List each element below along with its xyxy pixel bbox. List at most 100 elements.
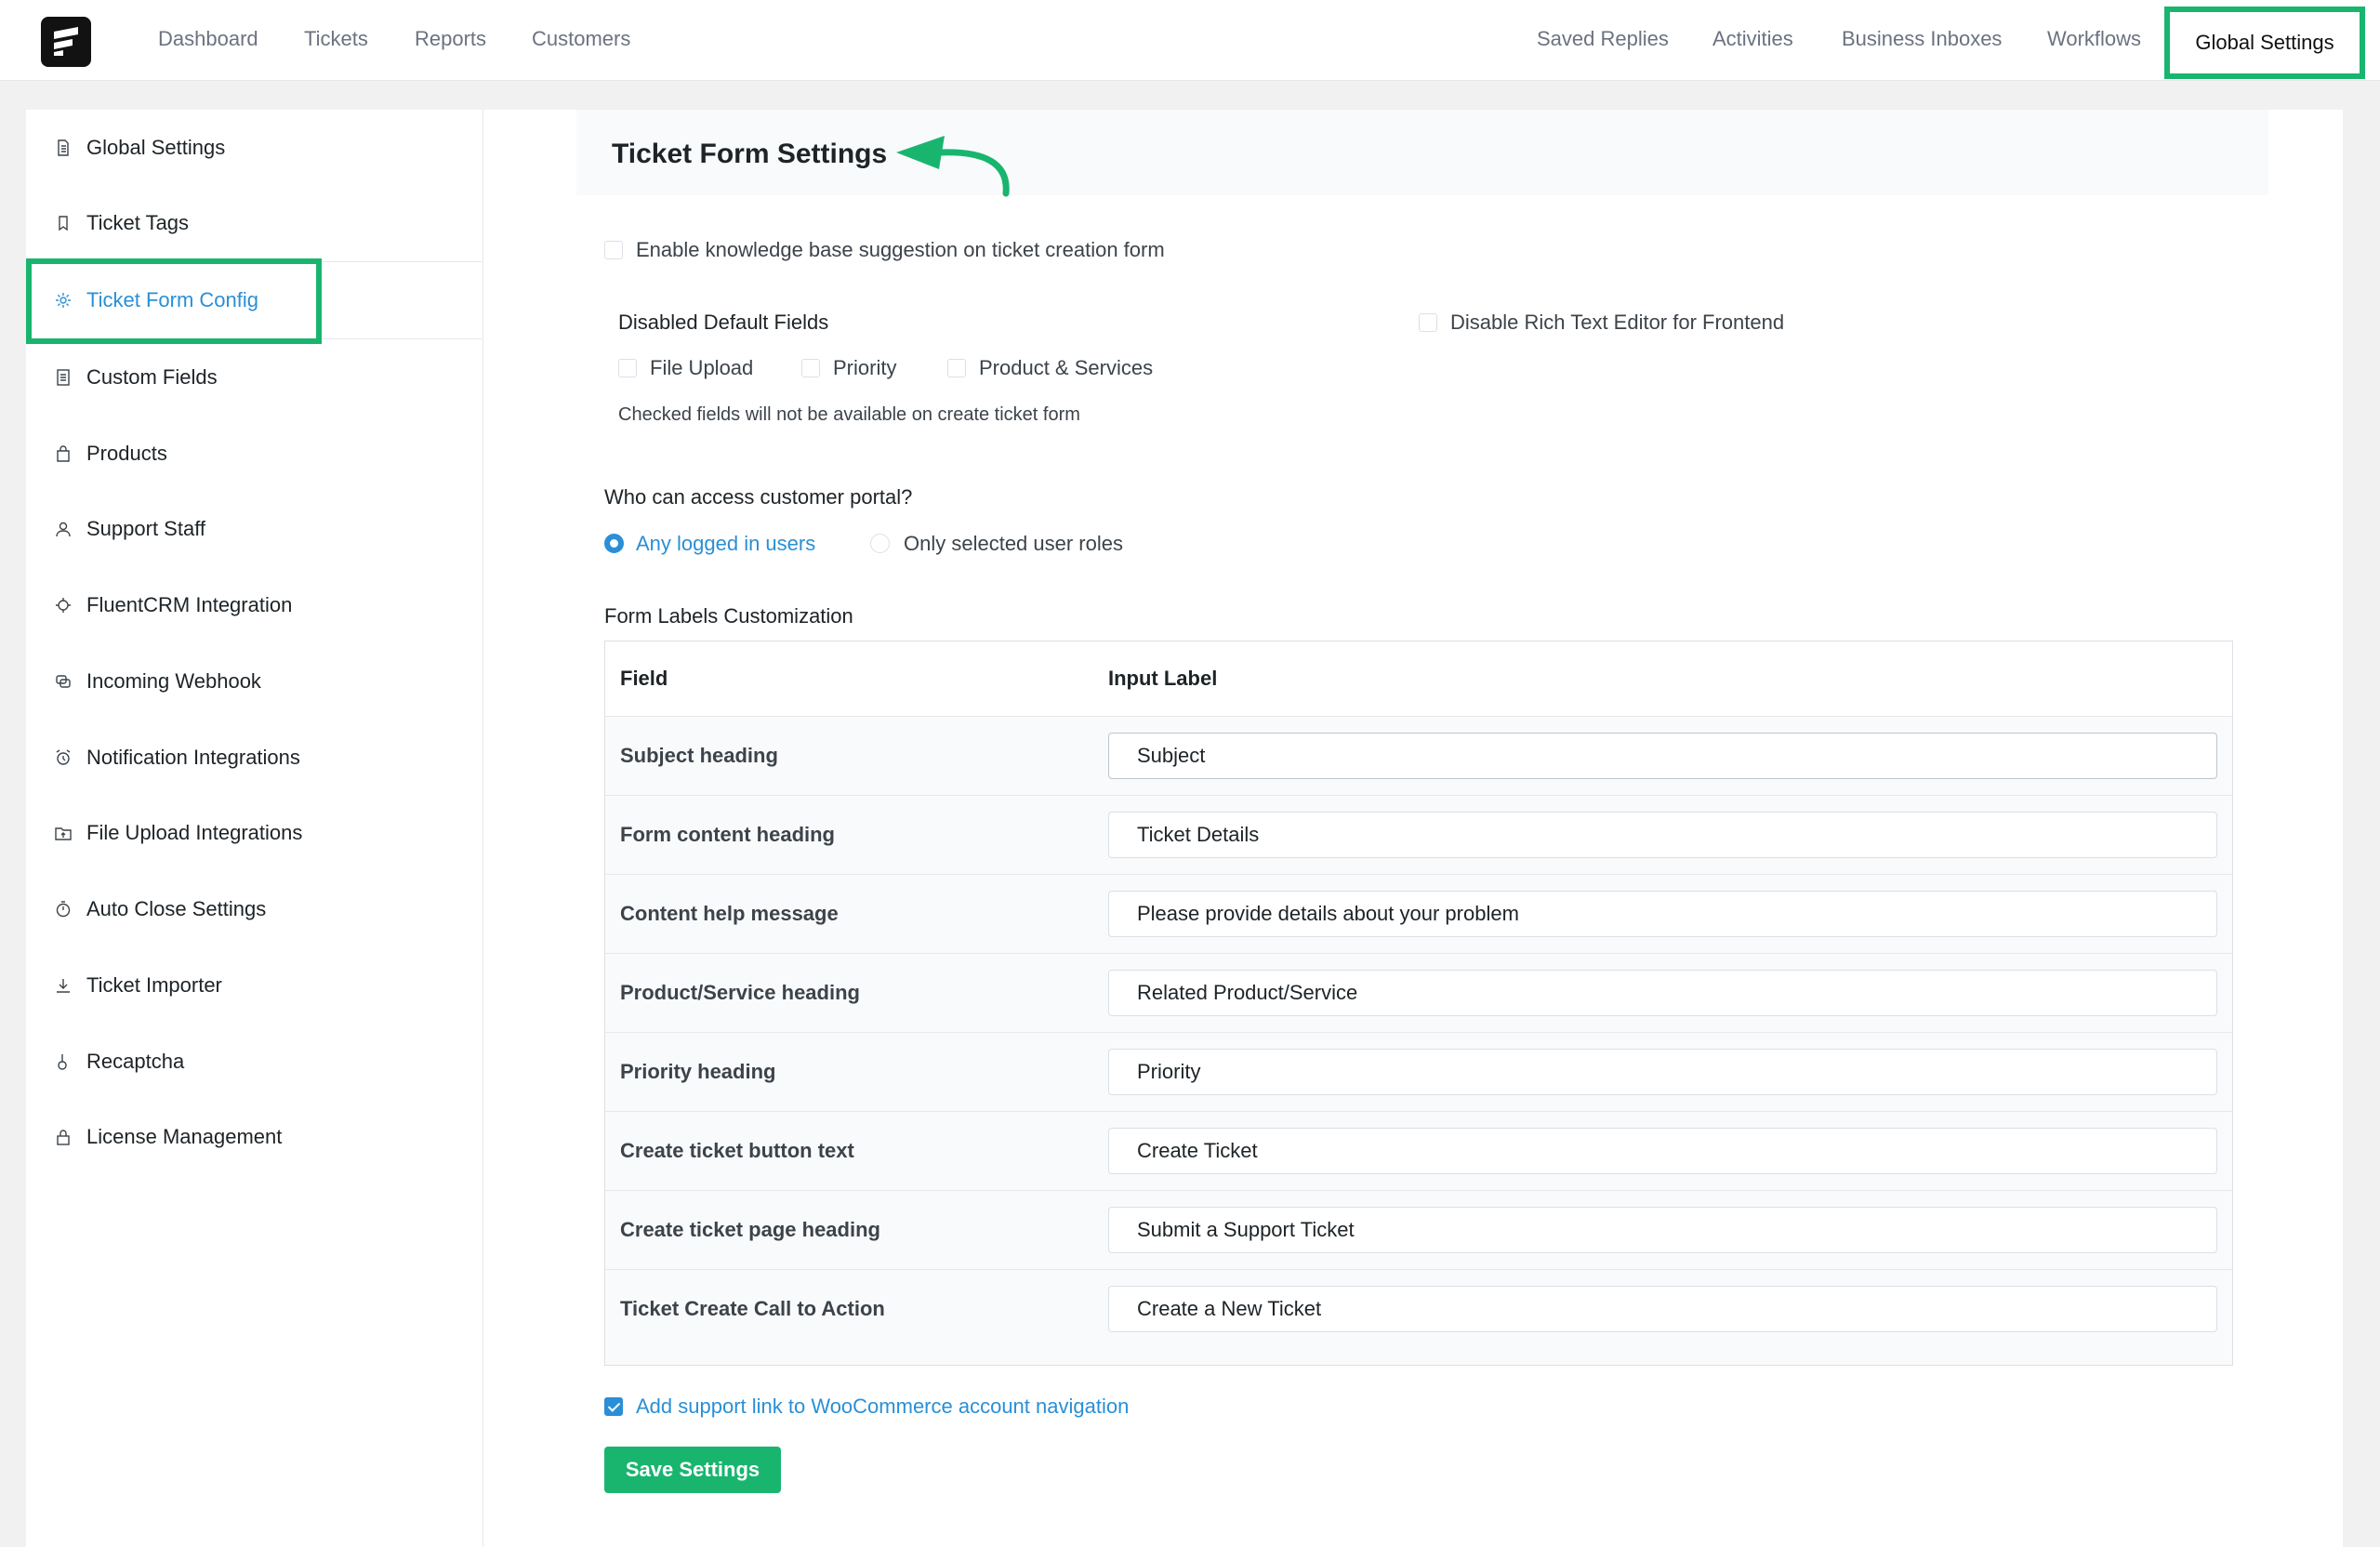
product-services-checkbox[interactable]	[947, 359, 966, 377]
kb-suggestion-checkbox[interactable]	[604, 241, 623, 259]
table-row: Create ticket page heading	[605, 1191, 2232, 1270]
sidebar-item-custom-fields[interactable]: Custom Fields	[26, 359, 483, 396]
ticket-create-cta-input[interactable]	[1108, 1286, 2217, 1332]
sidebar-item-support-staff[interactable]: Support Staff	[26, 510, 483, 548]
nav-saved-replies[interactable]: Saved Replies	[1537, 26, 1669, 52]
table-header-row: Field Input Label	[605, 641, 2232, 717]
file-upload-label: File Upload	[650, 356, 754, 379]
file-upload-checkbox[interactable]	[618, 359, 637, 377]
sidebar-item-label: Incoming Webhook	[86, 669, 261, 693]
sidebar-item-label: License Management	[86, 1125, 283, 1148]
sidebar-item-label: Products	[86, 442, 167, 465]
sidebar-item-label: Ticket Tags	[86, 211, 190, 234]
field-name: Ticket Create Call to Action	[620, 1297, 885, 1320]
cog-icon	[54, 596, 73, 615]
ticket-form-settings-panel: Ticket Form Settings Enable knowledge ba…	[483, 110, 2343, 1547]
disabled-fields-help: Checked fields will not be available on …	[618, 404, 1080, 425]
sidebar-item-products[interactable]: Products	[26, 435, 483, 472]
table-row: Subject heading	[605, 717, 2232, 796]
form-content-heading-input[interactable]	[1108, 812, 2217, 858]
priority-label: Priority	[833, 356, 897, 379]
field-name: Create ticket button text	[620, 1139, 854, 1162]
kb-suggestion-label: Enable knowledge base suggestion on tick…	[636, 238, 1165, 261]
nav-tickets[interactable]: Tickets	[304, 26, 368, 52]
sidebar-item-auto-close-settings[interactable]: Auto Close Settings	[26, 891, 483, 928]
any-logged-in-radio[interactable]	[604, 534, 624, 553]
any-logged-in-label: Any logged in users	[636, 532, 816, 555]
field-name: Priority heading	[620, 1060, 776, 1083]
product-service-heading-input[interactable]	[1108, 970, 2217, 1016]
woo-link-checkbox[interactable]	[604, 1397, 623, 1416]
nav-global-settings[interactable]: Global Settings	[2164, 7, 2365, 79]
nav-global-settings-label: Global Settings	[2195, 31, 2334, 54]
nav-business-inboxes[interactable]: Business Inboxes	[1842, 26, 2002, 52]
gear-icon	[54, 291, 73, 310]
save-settings-button[interactable]: Save Settings	[604, 1447, 781, 1493]
sidebar-item-label: Support Staff	[86, 517, 206, 540]
top-navigation: Dashboard Tickets Reports Customers Save…	[0, 0, 2380, 81]
priority-heading-input[interactable]	[1108, 1049, 2217, 1095]
sidebar-item-license-management[interactable]: License Management	[26, 1118, 483, 1156]
field-name: Subject heading	[620, 744, 778, 767]
nav-dashboard[interactable]: Dashboard	[158, 26, 258, 52]
table-row: Form content heading	[605, 796, 2232, 875]
nav-reports[interactable]: Reports	[415, 26, 486, 52]
column-field-header: Field	[620, 667, 668, 690]
field-name: Content help message	[620, 902, 839, 925]
logo-icon	[54, 27, 78, 56]
sidebar-item-label: FluentCRM Integration	[86, 593, 293, 616]
table-row: Create ticket button text	[605, 1112, 2232, 1191]
list-icon	[54, 368, 73, 387]
create-ticket-page-heading-input[interactable]	[1108, 1207, 2217, 1253]
labels-customization-heading: Form Labels Customization	[604, 604, 853, 628]
timer-icon	[54, 900, 73, 919]
create-ticket-button-text-input[interactable]	[1108, 1128, 2217, 1174]
sidebar-item-label: Custom Fields	[86, 365, 218, 389]
selected-roles-radio[interactable]	[870, 534, 890, 553]
content-help-message-input[interactable]	[1108, 891, 2217, 937]
sidebar-item-notification-integrations[interactable]: Notification Integrations	[26, 739, 483, 776]
sidebar-item-incoming-webhook[interactable]: Incoming Webhook	[26, 663, 483, 700]
sidebar-item-fluentcrm-integration[interactable]: FluentCRM Integration	[26, 587, 483, 624]
sidebar-item-global-settings[interactable]: Global Settings	[26, 129, 483, 166]
selected-roles-label: Only selected user roles	[904, 532, 1123, 555]
app-logo[interactable]	[41, 17, 91, 67]
form-labels-table: Field Input Label Subject heading Form c…	[604, 641, 2233, 1366]
sidebar-item-label: File Upload Integrations	[86, 821, 303, 844]
bookmark-icon	[54, 214, 73, 232]
table-row: Ticket Create Call to Action	[605, 1270, 2232, 1365]
settings-sidebar: Global Settings Ticket Tags Ticket Form …	[26, 110, 483, 1547]
folder-upload-icon	[54, 824, 73, 842]
sidebar-item-ticket-importer[interactable]: Ticket Importer	[26, 967, 483, 1004]
sidebar-item-label: Ticket Importer	[86, 973, 222, 997]
sidebar-item-file-upload-integrations[interactable]: File Upload Integrations	[26, 814, 483, 852]
bag-icon	[54, 444, 73, 463]
field-name: Create ticket page heading	[620, 1218, 880, 1241]
rich-text-label: Disable Rich Text Editor for Frontend	[1450, 311, 1785, 334]
rich-text-checkbox[interactable]	[1419, 313, 1437, 332]
field-name: Form content heading	[620, 823, 835, 846]
alarm-icon	[54, 748, 73, 767]
nav-customers[interactable]: Customers	[532, 26, 630, 52]
table-row: Priority heading	[605, 1033, 2232, 1112]
download-icon	[54, 976, 73, 995]
page-title: Ticket Form Settings	[612, 139, 888, 169]
sidebar-item-ticket-form-config[interactable]: Ticket Form Config	[26, 282, 483, 319]
subject-heading-input[interactable]	[1108, 733, 2217, 779]
sidebar-item-label: Global Settings	[86, 136, 226, 159]
table-row: Content help message	[605, 875, 2232, 954]
nav-workflows[interactable]: Workflows	[2047, 26, 2141, 52]
nav-activities[interactable]: Activities	[1712, 26, 1793, 52]
sidebar-item-recaptcha[interactable]: Recaptcha	[26, 1043, 483, 1080]
priority-checkbox[interactable]	[801, 359, 820, 377]
sidebar-item-ticket-tags[interactable]: Ticket Tags	[26, 205, 483, 242]
column-input-label-header: Input Label	[1108, 667, 1218, 690]
table-row: Product/Service heading	[605, 954, 2232, 1033]
product-services-label: Product & Services	[979, 356, 1154, 379]
sidebar-item-label: Recaptcha	[86, 1050, 185, 1073]
woo-link-label: Add support link to WooCommerce account …	[636, 1395, 1130, 1418]
hand-icon	[54, 1052, 73, 1071]
webhook-icon	[54, 672, 73, 691]
disabled-fields-heading: Disabled Default Fields	[618, 311, 829, 334]
field-name: Product/Service heading	[620, 981, 860, 1004]
